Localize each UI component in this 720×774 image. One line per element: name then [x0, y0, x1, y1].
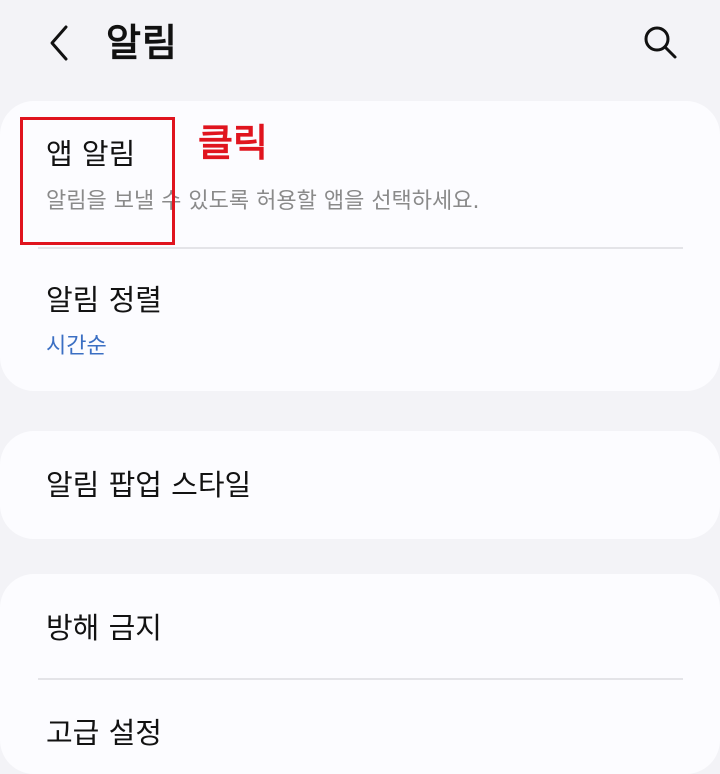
do-not-disturb-title: 방해 금지 — [46, 611, 162, 645]
app-notifications-title: 앱 알림 — [46, 137, 136, 171]
app-notifications-item[interactable]: 앱 알림 알림을 보낼 수 있도록 허용할 앱을 선택하세요. — [0, 101, 720, 247]
do-not-disturb-item[interactable]: 방해 금지 — [0, 574, 720, 678]
advanced-settings-card: 방해 금지 고급 설정 — [0, 574, 720, 774]
search-icon — [644, 26, 677, 59]
back-button[interactable] — [34, 18, 84, 68]
advanced-settings-title: 고급 설정 — [46, 716, 162, 750]
notification-sorting-value: 시간순 — [46, 334, 107, 359]
notification-settings-card: 앱 알림 알림을 보낼 수 있도록 허용할 앱을 선택하세요. 알림 정렬 시간… — [0, 101, 720, 391]
advanced-settings-item[interactable]: 고급 설정 — [0, 680, 720, 774]
chevron-left-icon — [50, 25, 68, 61]
popup-style-item[interactable]: 알림 팝업 스타일 — [0, 431, 720, 539]
app-header: 알림 — [0, 0, 720, 90]
page-title: 알림 — [106, 21, 178, 65]
search-button[interactable] — [634, 16, 686, 68]
notification-sorting-item[interactable]: 알림 정렬 시간순 — [0, 249, 720, 391]
popup-style-title: 알림 팝업 스타일 — [46, 468, 252, 502]
popup-style-card: 알림 팝업 스타일 — [0, 431, 720, 539]
click-annotation-label: 클릭 — [198, 121, 268, 165]
app-notifications-description: 알림을 보낼 수 있도록 허용할 앱을 선택하세요. — [46, 189, 480, 214]
notification-sorting-title: 알림 정렬 — [46, 283, 162, 317]
